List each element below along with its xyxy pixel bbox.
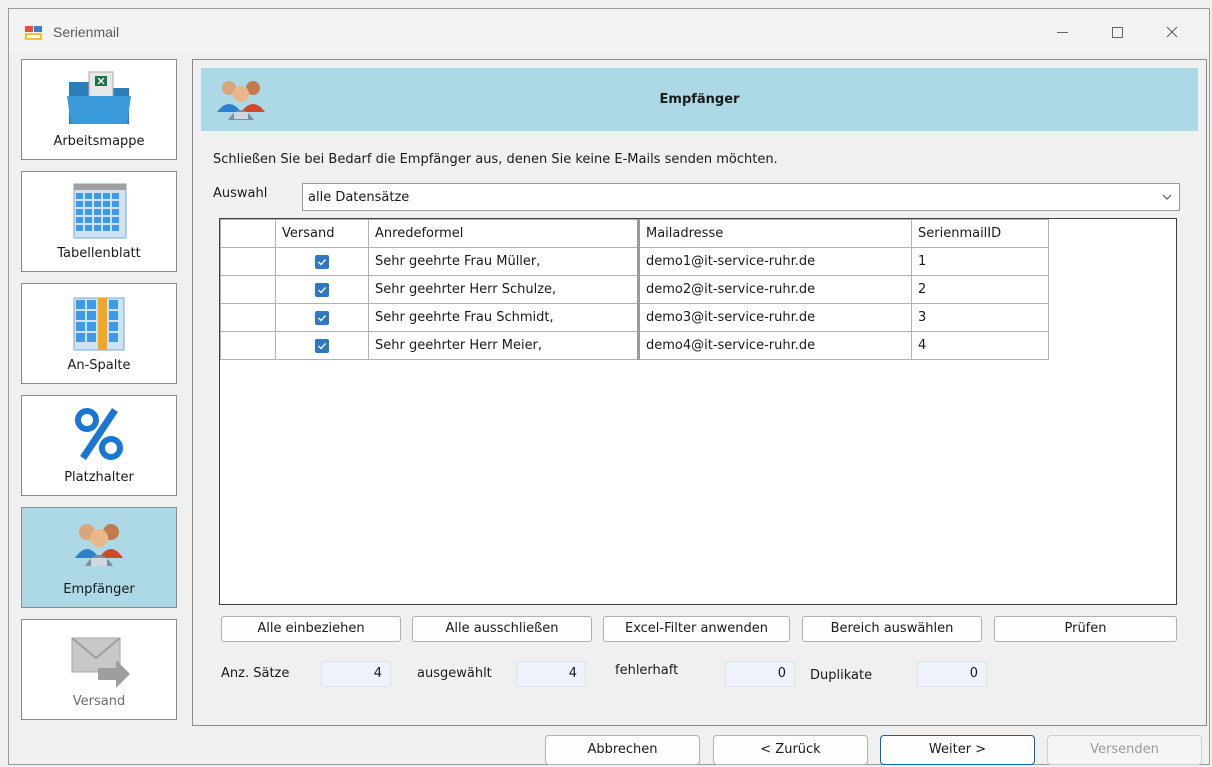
sidebar-item-label: Empfänger <box>63 582 135 597</box>
row-header[interactable] <box>220 303 276 332</box>
close-icon <box>1166 26 1178 38</box>
instruction-text: Schließen Sie bei Bedarf die Empfänger a… <box>213 152 778 167</box>
maximize-button[interactable] <box>1094 17 1140 47</box>
table-row[interactable]: Sehr geehrter Herr Schulze, demo2@it-ser… <box>220 275 1049 304</box>
id-cell[interactable]: 2 <box>911 275 1049 304</box>
duplicates-label: Duplikate <box>810 668 873 683</box>
people-icon <box>75 524 123 566</box>
envelope-arrow-icon <box>71 637 130 688</box>
versand-checkbox[interactable] <box>315 338 329 353</box>
check-button[interactable]: Prüfen <box>994 616 1177 642</box>
sidebar-item-an-spalte[interactable]: An-Spalte <box>21 283 177 384</box>
auswahl-label: Auswahl <box>213 186 268 201</box>
checkmark-icon <box>318 258 327 266</box>
duplicates-value: 0 <box>917 661 987 687</box>
selected-value: 4 <box>516 661 586 687</box>
app-icon <box>25 26 42 40</box>
back-button[interactable]: < Zurück <box>713 735 868 765</box>
row-header-corner <box>220 219 276 248</box>
versand-checkbox[interactable] <box>315 254 329 269</box>
auswahl-dropdown[interactable]: alle Datensätze <box>302 183 1180 211</box>
count-label: Anz. Sätze <box>221 666 290 681</box>
sidebar-item-arbeitsmappe[interactable]: Arbeitsmappe <box>21 59 177 160</box>
page-title: Empfänger <box>659 92 740 107</box>
title-bar: Serienmail <box>9 9 1209 53</box>
column-header-anredeformel[interactable]: Anredeformel <box>368 219 639 248</box>
checkmark-icon <box>318 314 327 322</box>
count-value: 4 <box>321 661 391 687</box>
row-header[interactable] <box>220 247 276 276</box>
percent-icon <box>75 408 123 460</box>
sidebar-item-tabellenblatt[interactable]: Tabellenblatt <box>21 171 177 272</box>
auswahl-selected-value: alle Datensätze <box>308 190 410 205</box>
mail-cell[interactable]: demo1@it-service-ruhr.de <box>637 247 912 276</box>
column-icon <box>73 297 125 351</box>
anrede-cell[interactable]: Sehr geehrter Herr Meier, <box>368 331 639 360</box>
versand-cell[interactable] <box>275 275 369 304</box>
table-header-row: Versand Anredeformel Mailadresse Serienm… <box>220 219 1049 248</box>
sidebar-item-platzhalter[interactable]: Platzhalter <box>21 395 177 496</box>
select-range-button[interactable]: Bereich auswählen <box>802 616 982 642</box>
versand-checkbox[interactable] <box>315 282 329 297</box>
mail-cell[interactable]: demo4@it-service-ruhr.de <box>637 331 912 360</box>
window-title: Serienmail <box>53 24 120 40</box>
id-cell[interactable]: 1 <box>911 247 1049 276</box>
close-button[interactable] <box>1149 17 1195 47</box>
sidebar-item-label: Arbeitsmappe <box>53 134 145 149</box>
minimize-button[interactable] <box>1039 17 1085 47</box>
versand-cell[interactable] <box>275 247 369 276</box>
column-header-versand[interactable]: Versand <box>275 219 369 248</box>
id-cell[interactable]: 4 <box>911 331 1049 360</box>
checkmark-icon <box>318 342 327 350</box>
worksheet-icon <box>73 183 127 239</box>
versand-checkbox[interactable] <box>315 310 329 325</box>
versand-cell[interactable] <box>275 303 369 332</box>
column-header-serienmailid[interactable]: SerienmailID <box>911 219 1049 248</box>
serienmail-window: Serienmail Arbeitsmappe Tabellenblatt An… <box>8 8 1210 765</box>
include-all-button[interactable]: Alle einbeziehen <box>221 616 401 642</box>
excel-filter-button[interactable]: Excel-Filter anwenden <box>603 616 790 642</box>
table-row[interactable]: Sehr geehrte Frau Müller, demo1@it-servi… <box>220 247 1049 276</box>
sidebar-item-empfaenger[interactable]: Empfänger <box>21 507 177 608</box>
sidebar-item-label: An-Spalte <box>67 358 131 373</box>
table-row[interactable]: Sehr geehrte Frau Schmidt, demo3@it-serv… <box>220 303 1049 332</box>
chevron-down-icon <box>1162 194 1172 200</box>
row-header[interactable] <box>220 331 276 360</box>
row-header[interactable] <box>220 275 276 304</box>
anrede-cell[interactable]: Sehr geehrte Frau Schmidt, <box>368 303 639 332</box>
next-button[interactable]: Weiter > <box>880 735 1035 765</box>
sidebar-item-label: Platzhalter <box>64 470 134 485</box>
faulty-label: fehlerhaft <box>615 663 679 678</box>
workbook-icon <box>67 71 131 124</box>
faulty-value: 0 <box>725 661 795 687</box>
sidebar-item-label: Versand <box>72 694 126 709</box>
column-header-mailadresse[interactable]: Mailadresse <box>637 219 912 248</box>
exclude-all-button[interactable]: Alle ausschließen <box>412 616 592 642</box>
anrede-cell[interactable]: Sehr geehrter Herr Schulze, <box>368 275 639 304</box>
id-cell[interactable]: 3 <box>911 303 1049 332</box>
send-button[interactable]: Versenden <box>1047 735 1202 765</box>
recipients-grid[interactable]: Versand Anredeformel Mailadresse Serienm… <box>219 218 1177 605</box>
selected-label: ausgewählt <box>417 666 492 681</box>
section-header: Empfänger <box>201 68 1198 131</box>
table-row[interactable]: Sehr geehrter Herr Meier, demo4@it-servi… <box>220 331 1049 360</box>
checkmark-icon <box>318 286 327 294</box>
sidebar-item-versand[interactable]: Versand <box>21 619 177 720</box>
cancel-button[interactable]: Abbrechen <box>545 735 700 765</box>
sidebar-item-label: Tabellenblatt <box>57 246 141 261</box>
main-panel: Empfänger Schließen Sie bei Bedarf die E… <box>192 59 1207 726</box>
anrede-cell[interactable]: Sehr geehrte Frau Müller, <box>368 247 639 276</box>
versand-cell[interactable] <box>275 331 369 360</box>
mail-cell[interactable]: demo2@it-service-ruhr.de <box>637 275 912 304</box>
mail-cell[interactable]: demo3@it-service-ruhr.de <box>637 303 912 332</box>
